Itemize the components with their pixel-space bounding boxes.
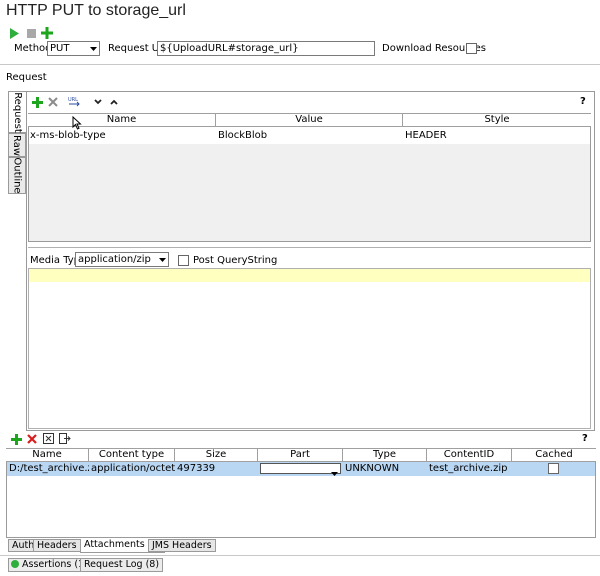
- method-select[interactable]: PUT: [47, 41, 100, 56]
- table-row[interactable]: x-ms-blob-type BlockBlob HEADER: [28, 129, 591, 143]
- col-size[interactable]: Size: [175, 448, 258, 462]
- params-header: Name Value Style: [28, 113, 591, 127]
- param-value[interactable]: BlockBlob: [216, 129, 403, 143]
- tab-request-log[interactable]: Request Log (8): [80, 558, 164, 572]
- page-title: HTTP PUT to storage_url: [6, 2, 186, 19]
- run-icon[interactable]: [8, 27, 20, 39]
- add-icon[interactable]: [40, 26, 53, 39]
- tab-request[interactable]: Request: [8, 91, 26, 133]
- post-querystring-checkbox[interactable]: [178, 255, 189, 266]
- request-section-label: Request: [6, 72, 47, 83]
- col-style[interactable]: Style: [403, 113, 591, 127]
- attachments-help-icon[interactable]: ?: [582, 433, 588, 444]
- move-down-icon[interactable]: [93, 97, 103, 107]
- params-help-icon[interactable]: ?: [580, 96, 586, 107]
- col-value[interactable]: Value: [216, 113, 403, 127]
- chevron-down-icon: [331, 467, 338, 476]
- col-name[interactable]: Name: [6, 448, 89, 462]
- col-type[interactable]: Type: [343, 448, 427, 462]
- move-up-icon[interactable]: [109, 97, 119, 107]
- method-label: Method: [14, 43, 52, 54]
- attachment-type[interactable]: UNKNOWN: [343, 462, 427, 476]
- col-content-id[interactable]: ContentID: [427, 448, 512, 462]
- tab-jms-headers[interactable]: JMS Headers: [148, 539, 216, 552]
- attachment-name[interactable]: D:/test_archive.zip: [7, 462, 89, 476]
- add-attachment-icon[interactable]: [10, 433, 22, 445]
- col-name[interactable]: Name: [28, 113, 216, 127]
- svg-text:URL: URL: [68, 97, 78, 103]
- tab-raw[interactable]: Raw: [8, 133, 26, 157]
- post-querystring-label: Post QueryString: [193, 255, 278, 266]
- attachment-content-type[interactable]: application/octet-st...: [89, 462, 175, 476]
- delete-param-icon[interactable]: [47, 96, 59, 108]
- attachments-header: Name Content type Size Part Type Content…: [6, 448, 596, 462]
- method-value: PUT: [50, 43, 70, 54]
- media-type-select[interactable]: application/zip: [75, 252, 169, 267]
- reload-attachment-icon[interactable]: [42, 432, 55, 445]
- add-param-icon[interactable]: [31, 96, 43, 108]
- download-resources-checkbox[interactable]: [466, 43, 477, 54]
- chevron-down-icon: [87, 42, 99, 55]
- splitter[interactable]: [28, 247, 591, 248]
- table-row[interactable]: D:/test_archive.zip application/octet-st…: [7, 462, 595, 476]
- export-attachment-icon[interactable]: [58, 432, 71, 445]
- cursor-icon: [72, 115, 82, 133]
- attachment-cached-checkbox[interactable]: [548, 463, 559, 474]
- col-part[interactable]: Part: [258, 448, 343, 462]
- status-ok-icon: [11, 560, 19, 568]
- url-encode-icon[interactable]: URL: [67, 95, 81, 107]
- attachment-cached-cell: [512, 462, 595, 476]
- chevron-down-icon: [156, 253, 168, 266]
- delete-attachment-icon[interactable]: [26, 433, 38, 445]
- param-style[interactable]: HEADER: [403, 129, 591, 143]
- attachment-content-id[interactable]: test_archive.zip: [427, 462, 512, 476]
- body-editor-current-line: [29, 269, 590, 282]
- tab-raw-label: Raw: [11, 134, 23, 156]
- attachment-part-select[interactable]: [260, 463, 341, 476]
- divider: [0, 64, 600, 65]
- tab-assertions-label: Assertions (1): [22, 559, 88, 570]
- media-type-value: application/zip: [78, 254, 151, 265]
- attachment-part-cell[interactable]: [258, 462, 343, 476]
- tab-outline[interactable]: Outline: [8, 157, 26, 194]
- divider: [0, 555, 600, 556]
- request-url-input[interactable]: ${UploadURL#storage_url}: [157, 41, 375, 56]
- col-content-type[interactable]: Content type: [89, 448, 175, 462]
- tab-request-label: Request: [12, 91, 23, 133]
- param-name[interactable]: x-ms-blob-type: [28, 129, 216, 143]
- stop-icon[interactable]: [25, 27, 37, 39]
- tab-outline-label: Outline: [11, 157, 23, 194]
- body-editor[interactable]: [28, 268, 591, 429]
- params-empty-area: [29, 144, 590, 241]
- attachment-size[interactable]: 497339: [175, 462, 258, 476]
- col-cached[interactable]: Cached: [512, 448, 596, 462]
